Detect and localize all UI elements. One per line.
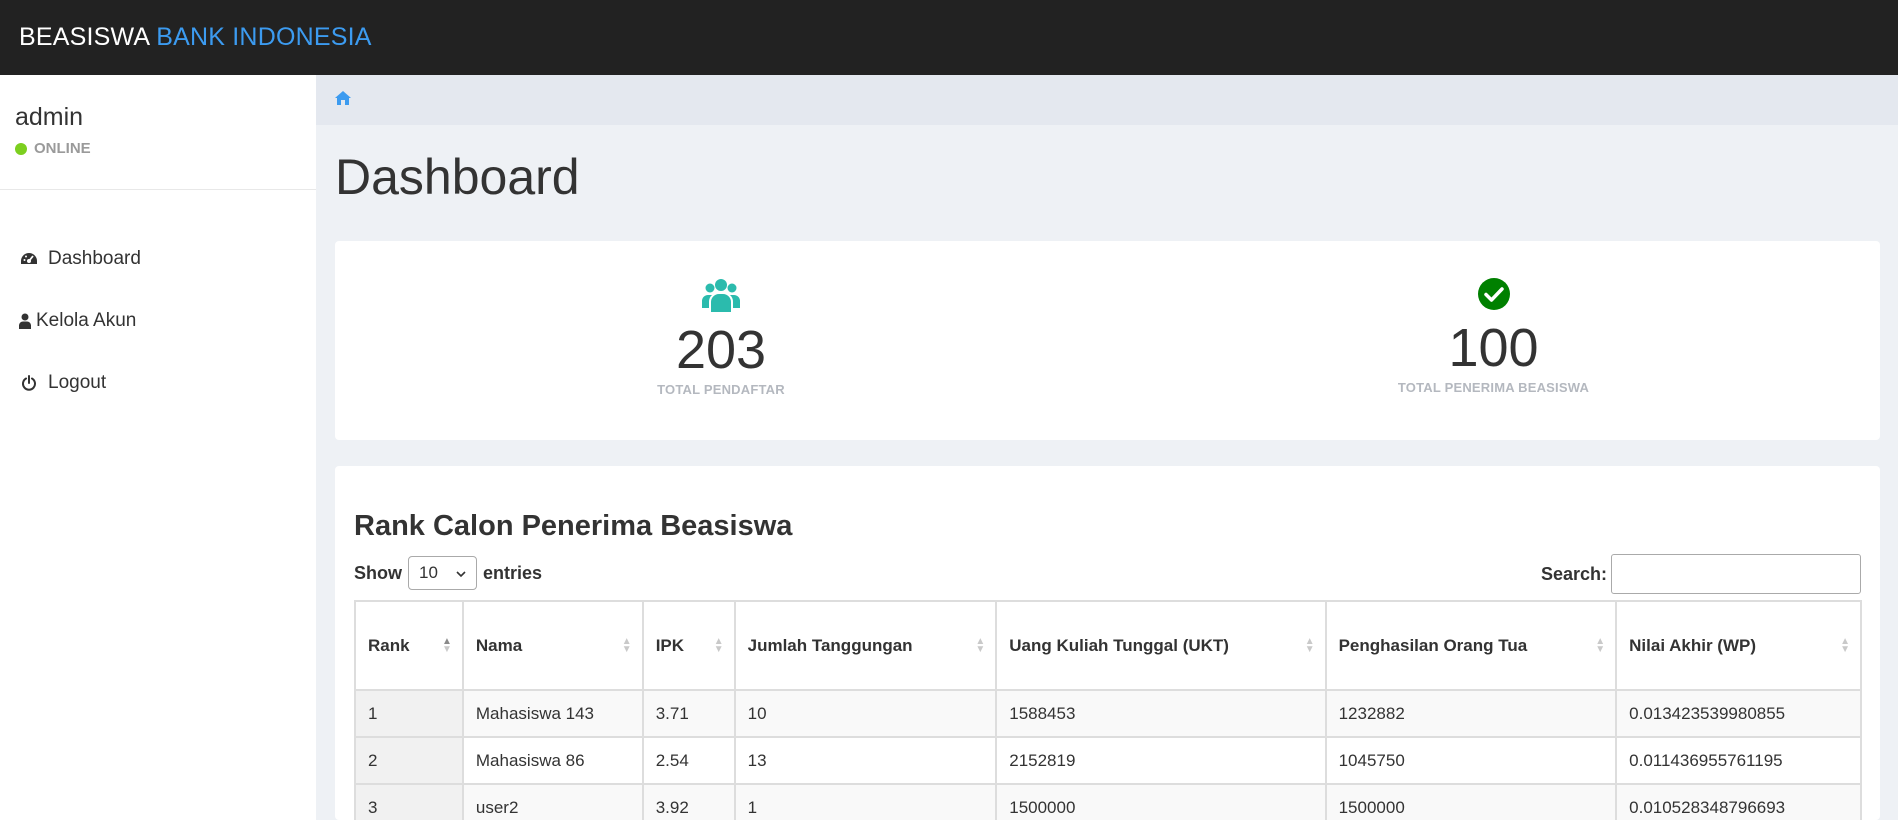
table-header-row: Rank ▲ ▼ Nama ▲ ▼ IPK ▲ ▼ Jumlah Tanggungan ▲ ▼ … — [354, 600, 1862, 691]
column-header-ukt[interactable]: Uang Kuliah Tunggal (UKT) ▲ ▼ — [995, 600, 1327, 691]
column-header-rank[interactable]: Rank ▲ ▼ — [354, 600, 464, 691]
cell-nilai-akhir: 0.013423539980855 — [1615, 689, 1862, 738]
sidebar-item-label: Logout — [48, 372, 107, 393]
online-status: ONLINE — [15, 140, 316, 157]
stat-total-penerima: 100 TOTAL PENERIMA BEASISWA — [1107, 241, 1880, 440]
search-label: Search: — [1540, 563, 1607, 584]
sidebar-item-kelola-akun[interactable]: Kelola Akun — [0, 290, 316, 352]
sort-icon: ▲ ▼ — [1840, 635, 1850, 655]
stat-value: 203 — [675, 320, 767, 380]
cell-tanggungan: 13 — [733, 736, 998, 785]
cell-tanggungan: 10 — [733, 689, 998, 738]
users-icon — [702, 278, 740, 317]
sort-icon: ▲ ▼ — [621, 635, 632, 655]
cell-rank: 2 — [354, 736, 464, 785]
cell-rank: 1 — [354, 689, 464, 738]
sort-icon: ▲ ▼ — [1595, 635, 1606, 655]
cell-ukt: 2152819 — [995, 736, 1327, 785]
table-row: 1 Mahasiswa 143 3.71 10 1588453 1232882 … — [354, 689, 1862, 738]
cell-ukt: 1588453 — [995, 689, 1327, 738]
cell-penghasilan: 1232882 — [1324, 689, 1618, 738]
check-circle-icon — [1477, 278, 1510, 315]
table-row: 2 Mahasiswa 86 2.54 13 2152819 1045750 0… — [354, 736, 1862, 785]
entries-select[interactable]: 10 — [408, 556, 477, 590]
column-header-ipk[interactable]: IPK ▲ ▼ — [641, 600, 736, 691]
sort-asc-icon: ▲ ▼ — [441, 635, 452, 655]
user-icon — [18, 310, 32, 332]
brand-name-accent: BANK INDONESIA — [156, 23, 372, 51]
cell-ukt: 1500000 — [995, 783, 1327, 820]
username: admin — [15, 103, 84, 131]
sidebar-menu: Dashboard Kelola Akun Logout — [0, 228, 316, 414]
column-header-nama[interactable]: Nama ▲ ▼ — [461, 600, 644, 691]
sidebar-item-label: Kelola Akun — [36, 310, 137, 331]
sidebar-item-logout[interactable]: Logout — [0, 352, 316, 414]
search-filter: Search: — [1541, 554, 1861, 594]
cell-nama: Mahasiswa 86 — [461, 736, 644, 785]
cell-nilai-akhir: 0.011436955761195 — [1615, 736, 1862, 785]
top-navbar: BEASISWA BANK INDONESIA — [0, 0, 1898, 75]
cell-nama: Mahasiswa 143 — [461, 689, 644, 738]
stat-label: TOTAL PENDAFTAR — [657, 382, 785, 397]
entries-select-value: 10 — [419, 563, 438, 582]
ranking-table: Rank ▲ ▼ Nama ▲ ▼ IPK ▲ ▼ Jumlah Tanggungan ▲ ▼ … — [354, 600, 1862, 820]
ranking-panel: Rank Calon Penerima Beasiswa Show 10 ent… — [335, 466, 1880, 820]
cell-rank: 3 — [354, 783, 464, 820]
power-icon — [18, 372, 40, 394]
page-title: Dashboard — [335, 149, 580, 205]
search-input[interactable] — [1611, 554, 1861, 594]
sidebar: admin ONLINE Dashboard Kelola Akun Logou… — [0, 75, 316, 820]
column-header-nilai-akhir[interactable]: Nilai Akhir (WP) ▲ ▼ — [1615, 600, 1862, 691]
entries-length-control: Show 10 entries — [354, 556, 542, 590]
sort-icon: ▲ ▼ — [1304, 635, 1315, 655]
status-label: ONLINE — [34, 140, 91, 157]
entries-label: entries — [483, 562, 543, 583]
table-row: 3 user2 3.92 1 1500000 1500000 0.0105283… — [354, 783, 1862, 820]
user-panel: admin ONLINE — [0, 75, 316, 190]
home-icon[interactable] — [335, 90, 351, 110]
column-header-jumlah-tanggungan[interactable]: Jumlah Tanggungan ▲ ▼ — [733, 600, 998, 691]
ranking-title: Rank Calon Penerima Beasiswa — [354, 510, 793, 542]
online-dot-icon — [15, 142, 27, 155]
stat-label: TOTAL PENERIMA BEASISWA — [1397, 380, 1590, 395]
breadcrumb — [316, 75, 1898, 125]
brand-logo[interactable]: BEASISWA BANK INDONESIA — [19, 23, 372, 52]
chevron-down-icon — [456, 563, 466, 583]
cell-nama: user2 — [461, 783, 644, 820]
column-header-penghasilan[interactable]: Penghasilan Orang Tua ▲ ▼ — [1324, 600, 1618, 691]
stat-value: 100 — [1448, 318, 1539, 378]
sidebar-item-label: Dashboard — [48, 248, 141, 269]
show-label: Show — [354, 562, 402, 583]
dashboard-icon — [18, 248, 40, 270]
cell-ipk: 3.92 — [641, 783, 736, 820]
cell-tanggungan: 1 — [733, 783, 998, 820]
cell-penghasilan: 1500000 — [1324, 783, 1618, 820]
cell-nilai-akhir: 0.010528348796693 — [1615, 783, 1862, 820]
sidebar-item-dashboard[interactable]: Dashboard — [0, 228, 316, 290]
stats-panel: 203 TOTAL PENDAFTAR 100 TOTAL PENERIMA B… — [335, 241, 1880, 440]
cell-ipk: 3.71 — [641, 689, 736, 738]
sort-icon: ▲ ▼ — [975, 635, 986, 655]
cell-ipk: 2.54 — [641, 736, 736, 785]
stat-total-pendaftar: 203 TOTAL PENDAFTAR — [335, 241, 1107, 440]
brand-name: BEASISWA — [19, 23, 151, 51]
cell-penghasilan: 1045750 — [1324, 736, 1618, 785]
sort-icon: ▲ ▼ — [713, 635, 724, 655]
